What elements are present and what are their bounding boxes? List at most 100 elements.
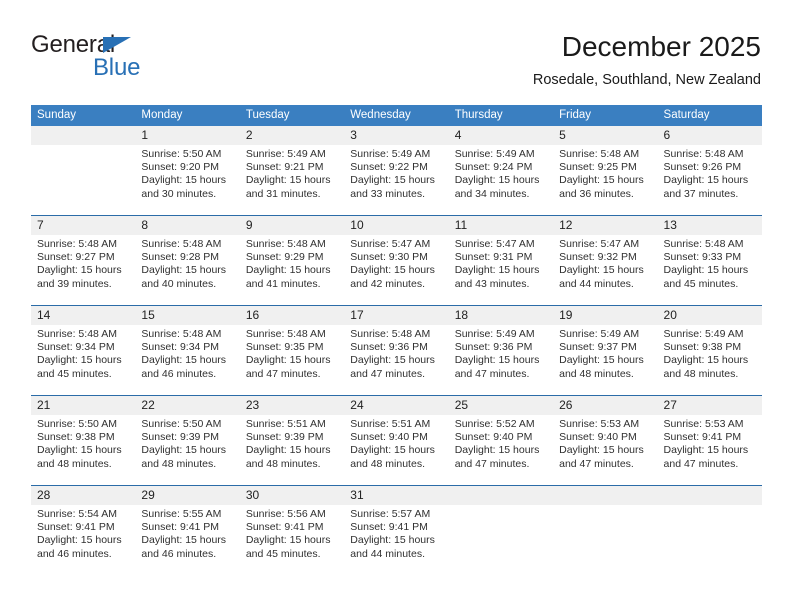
- calendar-day-cell[interactable]: 7 Sunrise: 5:48 AM Sunset: 9:27 PM Daylight…: [31, 215, 136, 306]
- calendar-day-cell[interactable]: [31, 126, 136, 216]
- calendar-day-cell[interactable]: 9 Sunrise: 5:48 AM Sunset: 9:29 PM Daylight…: [239, 215, 345, 306]
- calendar-head: Sunday Monday Tuesday Wednesday Thursday…: [31, 105, 762, 126]
- calendar-day-cell[interactable]: [448, 485, 554, 579]
- day-detail-line: and 43 minutes.: [454, 277, 530, 290]
- calendar-day-cell[interactable]: [553, 485, 658, 579]
- day-detail-line: Daylight: 15 hours: [663, 174, 749, 187]
- calendar-day-cell[interactable]: 30 Sunrise: 5:56 AM Sunset: 9:41 PM Dayligh…: [239, 485, 345, 579]
- calendar-day-cell[interactable]: 22 Sunrise: 5:50 AM Sunset: 9:39 PM Dayligh…: [135, 395, 240, 486]
- day-number: 8: [135, 216, 240, 235]
- calendar-day-cell[interactable]: 17 Sunrise: 5:48 AM Sunset: 9:36 PM Dayligh…: [344, 305, 449, 396]
- calendar-day-cell[interactable]: 28 Sunrise: 5:54 AM Sunset: 9:41 PM Dayligh…: [31, 485, 136, 579]
- calendar-day-cell[interactable]: 4 Sunrise: 5:49 AM Sunset: 9:24 PM Daylight…: [448, 126, 554, 216]
- calendar-day-cell[interactable]: 8 Sunrise: 5:48 AM Sunset: 9:28 PM Daylight…: [135, 215, 240, 306]
- day-details: Sunrise: 5:53 AM Sunset: 9:41 PM Daylight:…: [658, 415, 762, 471]
- calendar-day-cell[interactable]: 3 Sunrise: 5:49 AM Sunset: 9:22 PM Daylight…: [344, 126, 449, 216]
- calendar-day: 30 Sunrise: 5:56 AM Sunset: 9:41 PM Dayligh…: [239, 486, 345, 579]
- day-detail-line: Sunrise: 5:49 AM: [454, 148, 535, 160]
- calendar-week-row: 28 Sunrise: 5:54 AM Sunset: 9:41 PM Dayligh…: [31, 485, 762, 579]
- day-detail-line: Sunset: 9:36 PM: [350, 341, 428, 354]
- day-number: 15: [135, 306, 240, 325]
- day-detail-line: and 40 minutes.: [141, 277, 217, 290]
- calendar-day-cell[interactable]: 11 Sunrise: 5:47 AM Sunset: 9:31 PM Dayligh…: [448, 215, 554, 306]
- weekday-header-saturday: Saturday: [657, 105, 762, 126]
- day-number: 31: [344, 486, 449, 505]
- calendar-day-cell[interactable]: 1 Sunrise: 5:50 AM Sunset: 9:20 PM Daylight…: [135, 126, 240, 216]
- day-detail-line: Sunrise: 5:48 AM: [559, 148, 640, 160]
- triangle-icon: [103, 37, 131, 53]
- calendar-day: 25 Sunrise: 5:52 AM Sunset: 9:40 PM Dayligh…: [448, 396, 554, 485]
- day-number: 3: [344, 126, 449, 145]
- day-number: 24: [344, 396, 449, 415]
- day-detail-line: Sunrise: 5:57 AM: [350, 508, 431, 520]
- day-detail-line: and 45 minutes.: [663, 277, 739, 290]
- day-detail-line: Daylight: 15 hours: [350, 444, 435, 457]
- day-detail-line: Daylight: 15 hours: [350, 174, 435, 187]
- day-detail-line: Sunset: 9:41 PM: [37, 521, 115, 534]
- day-detail-line: Sunrise: 5:48 AM: [663, 148, 744, 160]
- day-details: Sunrise: 5:48 AM Sunset: 9:29 PM Daylight:…: [240, 235, 344, 291]
- day-detail-line: Daylight: 15 hours: [141, 174, 227, 187]
- day-detail-line: Sunrise: 5:47 AM: [350, 238, 431, 250]
- calendar-day-cell[interactable]: 21 Sunrise: 5:50 AM Sunset: 9:38 PM Dayligh…: [31, 395, 136, 486]
- calendar-day-cell[interactable]: 23 Sunrise: 5:51 AM Sunset: 9:39 PM Dayligh…: [239, 395, 345, 486]
- day-detail-line: Daylight: 15 hours: [141, 354, 227, 367]
- day-detail-line: Sunrise: 5:54 AM: [37, 508, 117, 520]
- calendar-day-cell[interactable]: 10 Sunrise: 5:47 AM Sunset: 9:30 PM Dayligh…: [344, 215, 449, 306]
- day-detail-line: Sunrise: 5:53 AM: [663, 418, 744, 430]
- day-detail-line: Sunrise: 5:50 AM: [37, 418, 117, 430]
- calendar-day-cell[interactable]: 13 Sunrise: 5:48 AM Sunset: 9:33 PM Dayligh…: [657, 215, 762, 306]
- day-number: 7: [31, 216, 136, 235]
- day-number: [657, 486, 762, 505]
- day-detail-line: Sunrise: 5:48 AM: [141, 238, 222, 250]
- day-detail-line: Sunset: 9:20 PM: [141, 161, 220, 174]
- calendar-day: 2 Sunrise: 5:49 AM Sunset: 9:21 PM Daylight…: [239, 126, 345, 215]
- calendar-day-cell[interactable]: 18 Sunrise: 5:49 AM Sunset: 9:36 PM Dayligh…: [448, 305, 554, 396]
- calendar-day-cell[interactable]: 26 Sunrise: 5:53 AM Sunset: 9:40 PM Dayligh…: [553, 395, 658, 486]
- day-number: 19: [553, 306, 658, 325]
- day-number: 22: [135, 396, 240, 415]
- day-number: 2: [239, 126, 345, 145]
- day-details: Sunrise: 5:51 AM Sunset: 9:39 PM Daylight:…: [240, 415, 344, 471]
- day-detail-line: Sunrise: 5:51 AM: [350, 418, 431, 430]
- calendar-day-cell[interactable]: 31 Sunrise: 5:57 AM Sunset: 9:41 PM Dayligh…: [344, 485, 449, 579]
- day-detail-line: Sunrise: 5:48 AM: [245, 328, 326, 340]
- general-blue-logo[interactable]: General Blue: [31, 32, 231, 88]
- calendar-day-cell[interactable]: 20 Sunrise: 5:49 AM Sunset: 9:38 PM Dayligh…: [657, 305, 762, 396]
- day-details: Sunrise: 5:48 AM Sunset: 9:28 PM Daylight:…: [135, 235, 239, 291]
- day-detail-line: Sunrise: 5:48 AM: [245, 238, 326, 250]
- calendar-day-cell[interactable]: 6 Sunrise: 5:48 AM Sunset: 9:26 PM Daylight…: [657, 126, 762, 216]
- calendar-day-cell[interactable]: 25 Sunrise: 5:52 AM Sunset: 9:40 PM Dayligh…: [448, 395, 554, 486]
- day-detail-line: Daylight: 15 hours: [559, 264, 644, 277]
- calendar-day-cell[interactable]: 29 Sunrise: 5:55 AM Sunset: 9:41 PM Dayligh…: [135, 485, 240, 579]
- calendar-day: 29 Sunrise: 5:55 AM Sunset: 9:41 PM Dayligh…: [135, 486, 240, 579]
- calendar-day: 15 Sunrise: 5:48 AM Sunset: 9:34 PM Dayligh…: [135, 306, 240, 395]
- day-detail-line: and 47 minutes.: [663, 457, 739, 470]
- day-detail-line: Sunset: 9:34 PM: [37, 341, 115, 354]
- calendar-day-empty: [31, 126, 136, 215]
- calendar-day-cell[interactable]: 2 Sunrise: 5:49 AM Sunset: 9:21 PM Daylight…: [239, 126, 345, 216]
- calendar-day: 22 Sunrise: 5:50 AM Sunset: 9:39 PM Dayligh…: [135, 396, 240, 485]
- calendar-day-cell[interactable]: 5 Sunrise: 5:48 AM Sunset: 9:25 PM Daylight…: [553, 126, 658, 216]
- day-detail-line: Daylight: 15 hours: [663, 264, 749, 277]
- calendar-day-cell[interactable]: [657, 485, 762, 579]
- calendar-day-cell[interactable]: 24 Sunrise: 5:51 AM Sunset: 9:40 PM Dayligh…: [344, 395, 449, 486]
- calendar-day: 21 Sunrise: 5:50 AM Sunset: 9:38 PM Dayligh…: [31, 396, 136, 485]
- day-number: 16: [239, 306, 345, 325]
- day-detail-line: and 36 minutes.: [559, 187, 634, 200]
- calendar-day-cell[interactable]: 15 Sunrise: 5:48 AM Sunset: 9:34 PM Dayligh…: [135, 305, 240, 396]
- calendar-day: 4 Sunrise: 5:49 AM Sunset: 9:24 PM Daylight…: [448, 126, 554, 215]
- day-detail-line: Sunrise: 5:49 AM: [245, 148, 326, 160]
- calendar-day-cell[interactable]: 12 Sunrise: 5:47 AM Sunset: 9:32 PM Dayligh…: [553, 215, 658, 306]
- calendar-week-row: 1 Sunrise: 5:50 AM Sunset: 9:20 PM Daylight…: [31, 126, 762, 216]
- calendar-day-cell[interactable]: 14 Sunrise: 5:48 AM Sunset: 9:34 PM Dayligh…: [31, 305, 136, 396]
- calendar-week-row: 14 Sunrise: 5:48 AM Sunset: 9:34 PM Dayligh…: [31, 305, 762, 396]
- day-detail-line: Sunset: 9:34 PM: [141, 341, 220, 354]
- day-detail-line: Daylight: 15 hours: [245, 264, 331, 277]
- calendar-day: 3 Sunrise: 5:49 AM Sunset: 9:22 PM Daylight…: [344, 126, 449, 215]
- day-number: 26: [553, 396, 658, 415]
- calendar-day-cell[interactable]: 16 Sunrise: 5:48 AM Sunset: 9:35 PM Dayligh…: [239, 305, 345, 396]
- calendar-day-cell[interactable]: 27 Sunrise: 5:53 AM Sunset: 9:41 PM Dayligh…: [657, 395, 762, 486]
- calendar-day-cell[interactable]: 19 Sunrise: 5:49 AM Sunset: 9:37 PM Dayligh…: [553, 305, 658, 396]
- day-detail-line: Sunset: 9:29 PM: [245, 251, 324, 264]
